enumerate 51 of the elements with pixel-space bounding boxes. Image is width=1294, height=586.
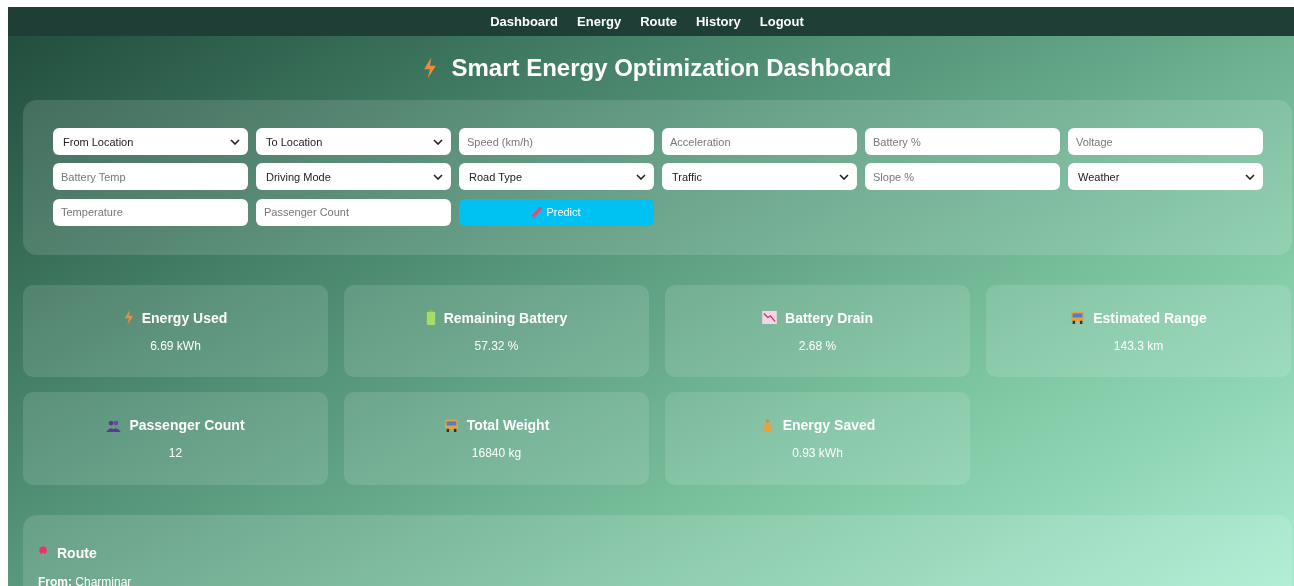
people-icon	[106, 418, 122, 432]
pill-icon	[532, 207, 543, 218]
input-field[interactable]: Acceleration	[662, 128, 857, 155]
bus-icon	[443, 418, 459, 432]
battery-icon	[425, 310, 436, 325]
dropdown[interactable]: Weather	[1068, 163, 1263, 191]
card-title: Energy Saved	[782, 417, 876, 433]
dropdown[interactable]: To Location	[256, 128, 451, 155]
dropdown[interactable]: Road Type	[459, 163, 654, 191]
card-title: Total Weight	[466, 417, 550, 433]
chevron-down-icon	[230, 138, 240, 145]
card-title: Passenger Count	[129, 417, 245, 433]
chevron-down-icon	[1245, 173, 1255, 180]
input-field[interactable]: Speed (km/h)	[459, 128, 654, 155]
card-title: Estimated Range	[1093, 309, 1207, 326]
card-value: 143.3 km	[1113, 338, 1164, 353]
nav-link[interactable]: Logout	[759, 14, 804, 29]
card-value: 6.69 kWh	[150, 338, 201, 353]
chevron-down-icon	[636, 173, 646, 180]
lightning-icon	[123, 310, 134, 325]
dropdown[interactable]: From Location	[53, 128, 248, 155]
chevron-down-icon	[433, 138, 443, 145]
nav-link[interactable]: Route	[640, 14, 677, 29]
pin-icon	[38, 545, 48, 561]
chevron-down-icon	[433, 173, 443, 180]
card-value: 12	[168, 446, 183, 460]
page-title: Smart Energy Optimization Dashboard	[451, 54, 892, 82]
bus-icon	[1070, 311, 1086, 324]
card-value: 57.32 %	[474, 338, 519, 353]
card-title: Battery Drain	[785, 309, 873, 326]
nav-link[interactable]: Energy	[577, 14, 622, 29]
input-field[interactable]: Passenger Count	[256, 198, 451, 226]
card-title: Energy Used	[141, 309, 228, 326]
chart-down-icon	[762, 311, 778, 324]
card-value: 0.93 kWh	[792, 446, 843, 460]
route-from: From: Charminar	[38, 575, 133, 586]
card-value: 16840 kg	[471, 446, 522, 460]
route-heading: Route	[57, 545, 97, 561]
lightning-icon	[423, 56, 438, 80]
dropdown[interactable]: Driving Mode	[256, 163, 451, 191]
nav-link[interactable]: Dashboard	[490, 14, 559, 29]
card-value: 2.68 %	[798, 338, 837, 353]
input-field[interactable]: Voltage	[1068, 128, 1263, 155]
chevron-down-icon	[839, 173, 849, 180]
nav-link[interactable]: History	[696, 14, 741, 29]
input-field[interactable]: Slope %	[865, 163, 1060, 191]
dropdown[interactable]: Traffic	[662, 163, 857, 191]
input-field[interactable]: Battery %	[865, 128, 1060, 155]
card-title: Remaining Battery	[443, 309, 568, 326]
input-field[interactable]: Temperature	[53, 198, 248, 226]
input-field[interactable]: Battery Temp	[53, 163, 248, 191]
